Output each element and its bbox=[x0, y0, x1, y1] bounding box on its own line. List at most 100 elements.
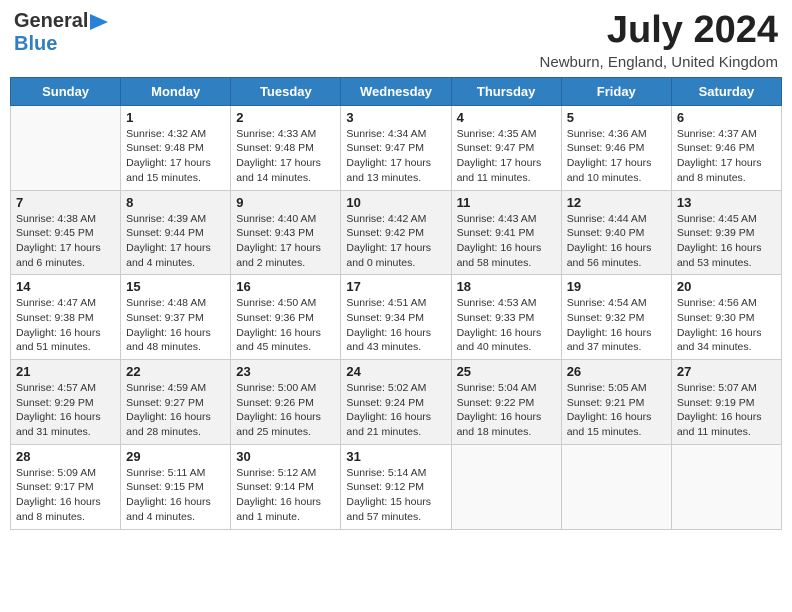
day-number: 20 bbox=[677, 279, 776, 294]
day-number: 11 bbox=[457, 195, 556, 210]
day-number: 7 bbox=[16, 195, 115, 210]
day-info: Sunrise: 4:56 AM Sunset: 9:30 PM Dayligh… bbox=[677, 296, 776, 355]
calendar-cell: 25 Sunrise: 5:04 AM Sunset: 9:22 PM Dayli… bbox=[451, 360, 561, 445]
day-info: Sunrise: 4:36 AM Sunset: 9:46 PM Dayligh… bbox=[567, 127, 666, 186]
calendar-cell: 22 Sunrise: 4:59 AM Sunset: 9:27 PM Dayli… bbox=[121, 360, 231, 445]
calendar-cell: 3 Sunrise: 4:34 AM Sunset: 9:47 PM Daylig… bbox=[341, 105, 451, 190]
calendar-cell: 11 Sunrise: 4:43 AM Sunset: 9:41 PM Dayli… bbox=[451, 190, 561, 275]
calendar-week-row: 7 Sunrise: 4:38 AM Sunset: 9:45 PM Daylig… bbox=[11, 190, 782, 275]
day-header-thursday: Thursday bbox=[451, 77, 561, 105]
day-number: 30 bbox=[236, 449, 335, 464]
day-info: Sunrise: 4:34 AM Sunset: 9:47 PM Dayligh… bbox=[346, 127, 445, 186]
calendar-cell: 6 Sunrise: 4:37 AM Sunset: 9:46 PM Daylig… bbox=[671, 105, 781, 190]
calendar-cell: 30Sunrise: 5:12 AM Sunset: 9:14 PM Dayli… bbox=[231, 444, 341, 529]
day-number: 6 bbox=[677, 110, 776, 125]
day-number: 29 bbox=[126, 449, 225, 464]
calendar-table: SundayMondayTuesdayWednesdayThursdayFrid… bbox=[10, 77, 782, 530]
day-number: 2 bbox=[236, 110, 335, 125]
calendar-cell bbox=[11, 105, 121, 190]
calendar-cell: 5 Sunrise: 4:36 AM Sunset: 9:46 PM Daylig… bbox=[561, 105, 671, 190]
day-info: Sunrise: 4:48 AM Sunset: 9:37 PM Dayligh… bbox=[126, 296, 225, 355]
calendar-cell: 8 Sunrise: 4:39 AM Sunset: 9:44 PM Daylig… bbox=[121, 190, 231, 275]
day-number: 12 bbox=[567, 195, 666, 210]
day-number: 1 bbox=[126, 110, 225, 125]
day-number: 22 bbox=[126, 364, 225, 379]
day-info: Sunrise: 4:59 AM Sunset: 9:27 PM Dayligh… bbox=[126, 381, 225, 440]
day-number: 10 bbox=[346, 195, 445, 210]
logo: General Blue bbox=[14, 10, 112, 56]
day-number: 24 bbox=[346, 364, 445, 379]
calendar-cell: 21 Sunrise: 4:57 AM Sunset: 9:29 PM Dayli… bbox=[11, 360, 121, 445]
day-info: Sunrise: 4:43 AM Sunset: 9:41 PM Dayligh… bbox=[457, 212, 556, 271]
day-info: Sunrise: 4:32 AM Sunset: 9:48 PM Dayligh… bbox=[126, 127, 225, 186]
day-info: Sunrise: 4:45 AM Sunset: 9:39 PM Dayligh… bbox=[677, 212, 776, 271]
day-number: 28 bbox=[16, 449, 115, 464]
day-number: 17 bbox=[346, 279, 445, 294]
day-info: Sunrise: 4:37 AM Sunset: 9:46 PM Dayligh… bbox=[677, 127, 776, 186]
calendar-cell: 10 Sunrise: 4:42 AM Sunset: 9:42 PM Dayli… bbox=[341, 190, 451, 275]
calendar-cell: 7 Sunrise: 4:38 AM Sunset: 9:45 PM Daylig… bbox=[11, 190, 121, 275]
day-info: Sunrise: 4:39 AM Sunset: 9:44 PM Dayligh… bbox=[126, 212, 225, 271]
calendar-cell bbox=[671, 444, 781, 529]
day-number: 4 bbox=[457, 110, 556, 125]
calendar-cell: 18Sunrise: 4:53 AM Sunset: 9:33 PM Dayli… bbox=[451, 275, 561, 360]
page-header: General Blue July 2024 Newburn, England,… bbox=[10, 10, 782, 71]
calendar-cell: 24Sunrise: 5:02 AM Sunset: 9:24 PM Dayli… bbox=[341, 360, 451, 445]
day-info: Sunrise: 4:42 AM Sunset: 9:42 PM Dayligh… bbox=[346, 212, 445, 271]
day-number: 5 bbox=[567, 110, 666, 125]
calendar-cell: 19Sunrise: 4:54 AM Sunset: 9:32 PM Dayli… bbox=[561, 275, 671, 360]
day-number: 14 bbox=[16, 279, 115, 294]
day-info: Sunrise: 5:04 AM Sunset: 9:22 PM Dayligh… bbox=[457, 381, 556, 440]
day-number: 26 bbox=[567, 364, 666, 379]
day-info: Sunrise: 5:09 AM Sunset: 9:17 PM Dayligh… bbox=[16, 466, 115, 525]
day-number: 8 bbox=[126, 195, 225, 210]
calendar-cell: 17 Sunrise: 4:51 AM Sunset: 9:34 PM Dayli… bbox=[341, 275, 451, 360]
day-info: Sunrise: 4:38 AM Sunset: 9:45 PM Dayligh… bbox=[16, 212, 115, 271]
location-subtitle: Newburn, England, United Kingdom bbox=[540, 54, 778, 71]
day-info: Sunrise: 4:51 AM Sunset: 9:34 PM Dayligh… bbox=[346, 296, 445, 355]
calendar-cell: 1 Sunrise: 4:32 AM Sunset: 9:48 PM Daylig… bbox=[121, 105, 231, 190]
calendar-week-row: 21 Sunrise: 4:57 AM Sunset: 9:29 PM Dayli… bbox=[11, 360, 782, 445]
calendar-cell: 14 Sunrise: 4:47 AM Sunset: 9:38 PM Dayli… bbox=[11, 275, 121, 360]
day-info: Sunrise: 4:44 AM Sunset: 9:40 PM Dayligh… bbox=[567, 212, 666, 271]
calendar-cell: 2Sunrise: 4:33 AM Sunset: 9:48 PM Daylig… bbox=[231, 105, 341, 190]
logo-arrow-icon bbox=[90, 13, 112, 31]
calendar-cell: 12 Sunrise: 4:44 AM Sunset: 9:40 PM Dayli… bbox=[561, 190, 671, 275]
day-number: 21 bbox=[16, 364, 115, 379]
day-header-tuesday: Tuesday bbox=[231, 77, 341, 105]
day-info: Sunrise: 5:00 AM Sunset: 9:26 PM Dayligh… bbox=[236, 381, 335, 440]
logo-general: General bbox=[14, 10, 88, 33]
day-number: 23 bbox=[236, 364, 335, 379]
calendar-week-row: 28 Sunrise: 5:09 AM Sunset: 9:17 PM Dayli… bbox=[11, 444, 782, 529]
calendar-cell: 28 Sunrise: 5:09 AM Sunset: 9:17 PM Dayli… bbox=[11, 444, 121, 529]
day-number: 16 bbox=[236, 279, 335, 294]
day-info: Sunrise: 5:11 AM Sunset: 9:15 PM Dayligh… bbox=[126, 466, 225, 525]
calendar-header-row: SundayMondayTuesdayWednesdayThursdayFrid… bbox=[11, 77, 782, 105]
day-info: Sunrise: 4:35 AM Sunset: 9:47 PM Dayligh… bbox=[457, 127, 556, 186]
day-number: 18 bbox=[457, 279, 556, 294]
day-info: Sunrise: 5:07 AM Sunset: 9:19 PM Dayligh… bbox=[677, 381, 776, 440]
day-info: Sunrise: 4:50 AM Sunset: 9:36 PM Dayligh… bbox=[236, 296, 335, 355]
calendar-cell: 29 Sunrise: 5:11 AM Sunset: 9:15 PM Dayli… bbox=[121, 444, 231, 529]
day-info: Sunrise: 4:57 AM Sunset: 9:29 PM Dayligh… bbox=[16, 381, 115, 440]
calendar-cell: 31Sunrise: 5:14 AM Sunset: 9:12 PM Dayli… bbox=[341, 444, 451, 529]
day-info: Sunrise: 4:47 AM Sunset: 9:38 PM Dayligh… bbox=[16, 296, 115, 355]
day-header-sunday: Sunday bbox=[11, 77, 121, 105]
calendar-cell: 4 Sunrise: 4:35 AM Sunset: 9:47 PM Daylig… bbox=[451, 105, 561, 190]
day-number: 9 bbox=[236, 195, 335, 210]
day-info: Sunrise: 4:40 AM Sunset: 9:43 PM Dayligh… bbox=[236, 212, 335, 271]
calendar-cell: 26 Sunrise: 5:05 AM Sunset: 9:21 PM Dayli… bbox=[561, 360, 671, 445]
day-header-monday: Monday bbox=[121, 77, 231, 105]
day-info: Sunrise: 4:54 AM Sunset: 9:32 PM Dayligh… bbox=[567, 296, 666, 355]
day-number: 3 bbox=[346, 110, 445, 125]
day-header-saturday: Saturday bbox=[671, 77, 781, 105]
calendar-cell bbox=[561, 444, 671, 529]
month-year-title: July 2024 bbox=[540, 10, 778, 52]
day-info: Sunrise: 5:05 AM Sunset: 9:21 PM Dayligh… bbox=[567, 381, 666, 440]
calendar-cell: 16 Sunrise: 4:50 AM Sunset: 9:36 PM Dayli… bbox=[231, 275, 341, 360]
calendar-cell: 9 Sunrise: 4:40 AM Sunset: 9:43 PM Daylig… bbox=[231, 190, 341, 275]
calendar-cell: 23 Sunrise: 5:00 AM Sunset: 9:26 PM Dayli… bbox=[231, 360, 341, 445]
day-header-friday: Friday bbox=[561, 77, 671, 105]
day-number: 25 bbox=[457, 364, 556, 379]
calendar-cell: 20 Sunrise: 4:56 AM Sunset: 9:30 PM Dayli… bbox=[671, 275, 781, 360]
